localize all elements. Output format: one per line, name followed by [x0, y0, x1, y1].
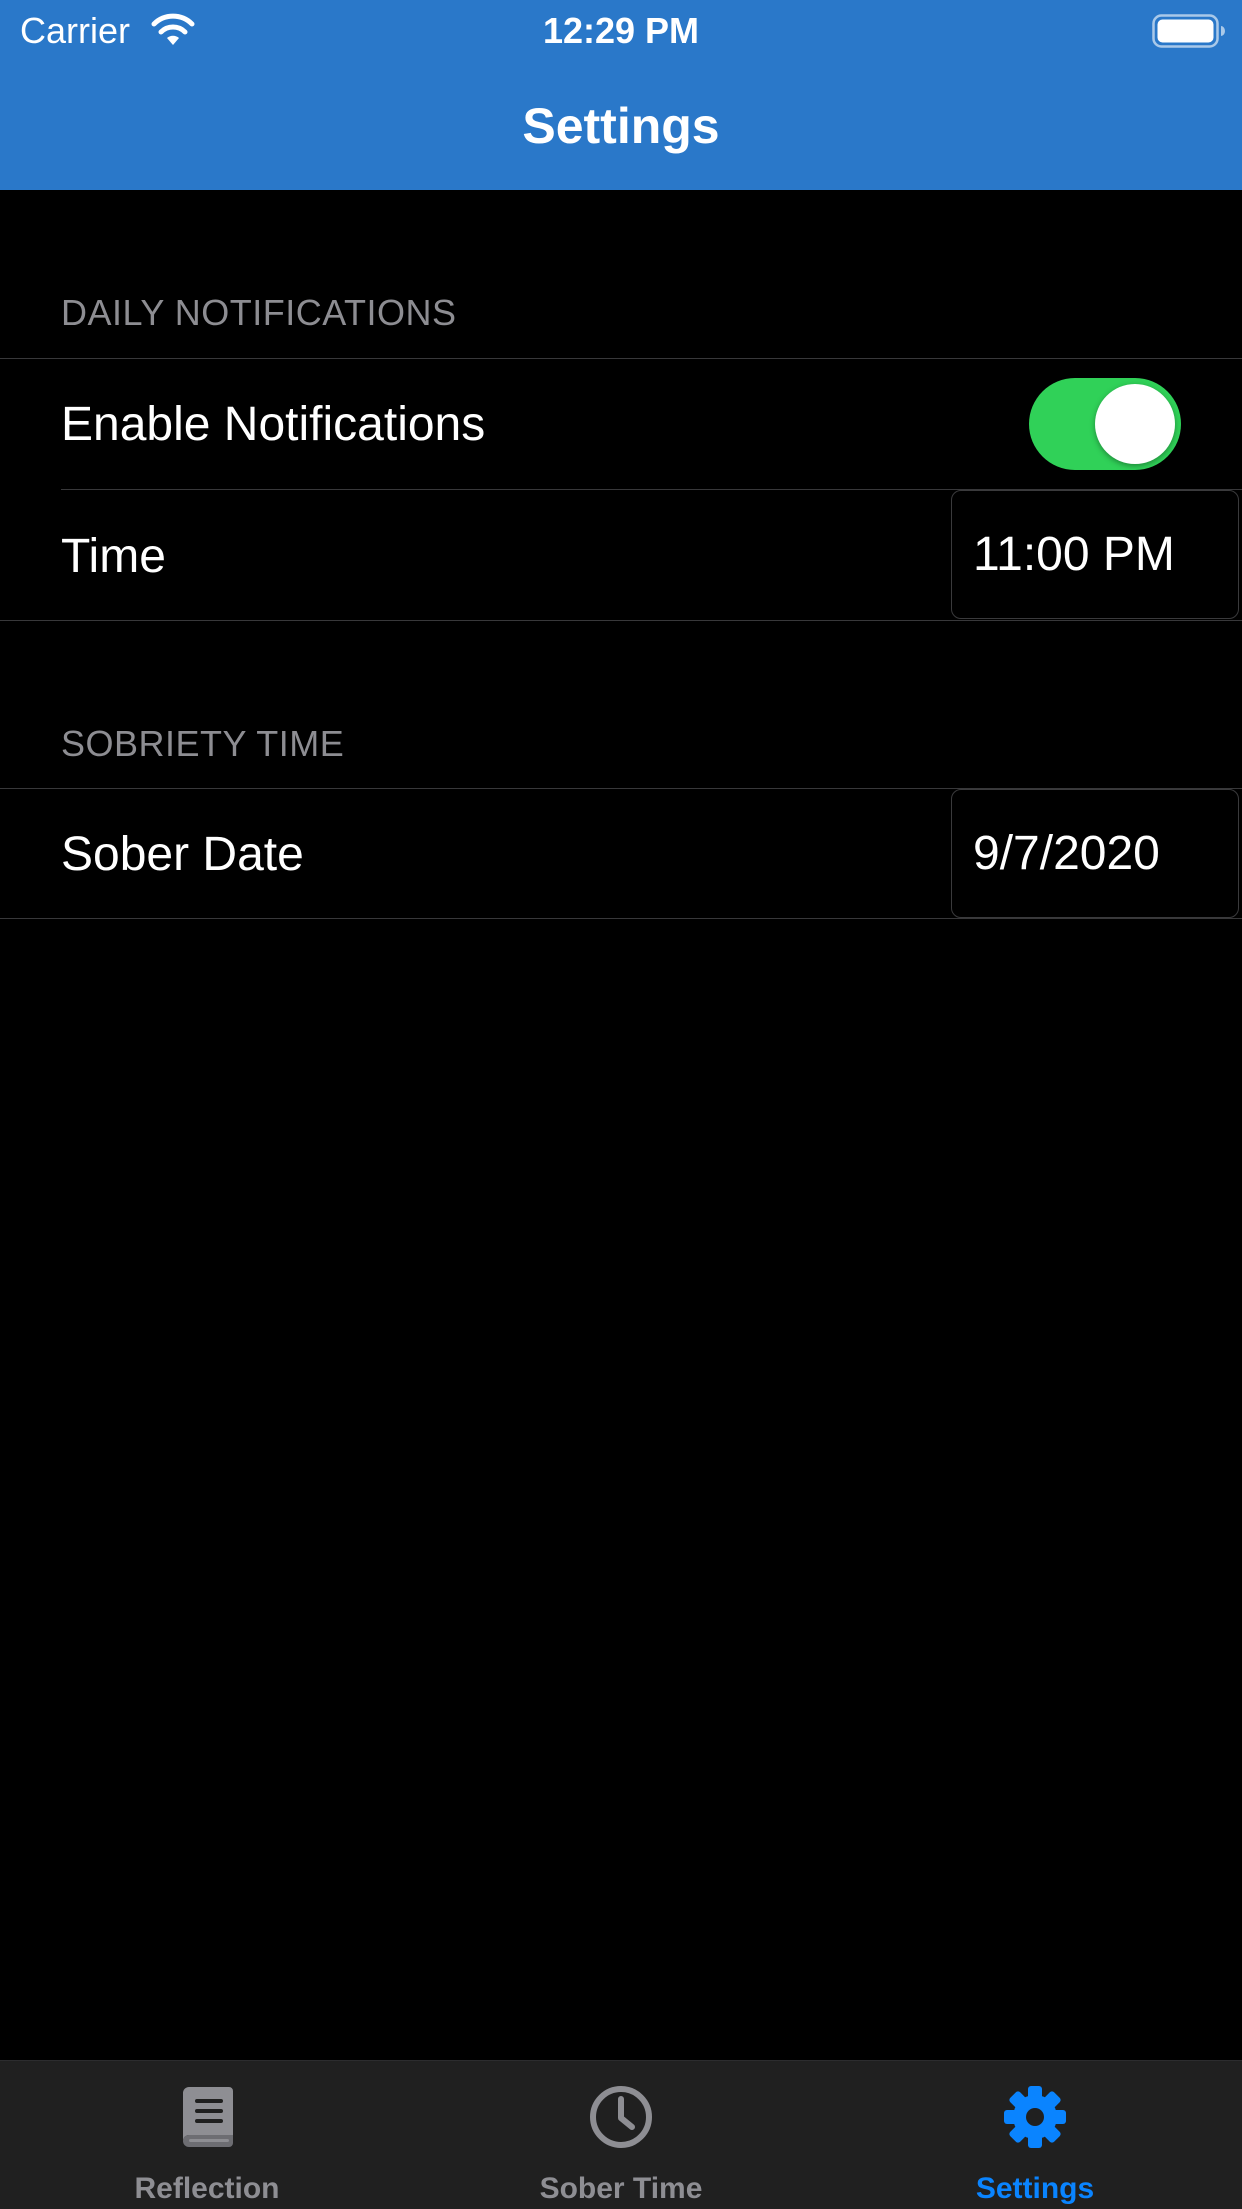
sober-date-label: Sober Date: [61, 828, 304, 881]
book-icon: [183, 2087, 233, 2147]
toggle-knob: [1095, 384, 1175, 464]
tab-settings[interactable]: Settings: [828, 2061, 1242, 2209]
enable-notifications-toggle[interactable]: [1029, 378, 1181, 470]
time-label: Time: [61, 530, 166, 583]
sober-date-value: 9/7/2020: [973, 827, 1160, 880]
section-header-daily-notifications: DAILY NOTIFICATIONS: [61, 292, 457, 333]
time-picker[interactable]: 11:00 PM: [951, 490, 1239, 619]
section-bottom-divider: [0, 918, 1242, 919]
tab-reflection[interactable]: Reflection: [0, 2061, 414, 2209]
gear-icon: [1004, 2086, 1066, 2148]
clock-icon: [590, 2086, 652, 2148]
section-header-sobriety-time: SOBRIETY TIME: [61, 723, 345, 764]
section-bottom-divider: [0, 620, 1242, 621]
battery-icon: [1152, 14, 1225, 48]
tab-label: Reflection: [134, 2172, 280, 2205]
enable-notifications-label: Enable Notifications: [61, 398, 486, 451]
tab-label: Sober Time: [539, 2172, 703, 2205]
sober-date-picker[interactable]: 9/7/2020: [951, 789, 1239, 918]
navigation-header: Carrier 12:29 PM Settings: [0, 0, 1242, 190]
section-top-divider: [0, 358, 1242, 359]
status-time: 12:29 PM: [542, 10, 700, 51]
tab-bar: Reflection Sober Time Settings: [0, 2060, 1242, 2209]
time-value: 11:00 PM: [973, 528, 1175, 581]
page-title: Settings: [522, 98, 720, 154]
tab-sober-time[interactable]: Sober Time: [414, 2061, 828, 2209]
tab-label: Settings: [975, 2172, 1095, 2205]
status-bar: Carrier 12:29 PM: [0, 0, 1242, 62]
